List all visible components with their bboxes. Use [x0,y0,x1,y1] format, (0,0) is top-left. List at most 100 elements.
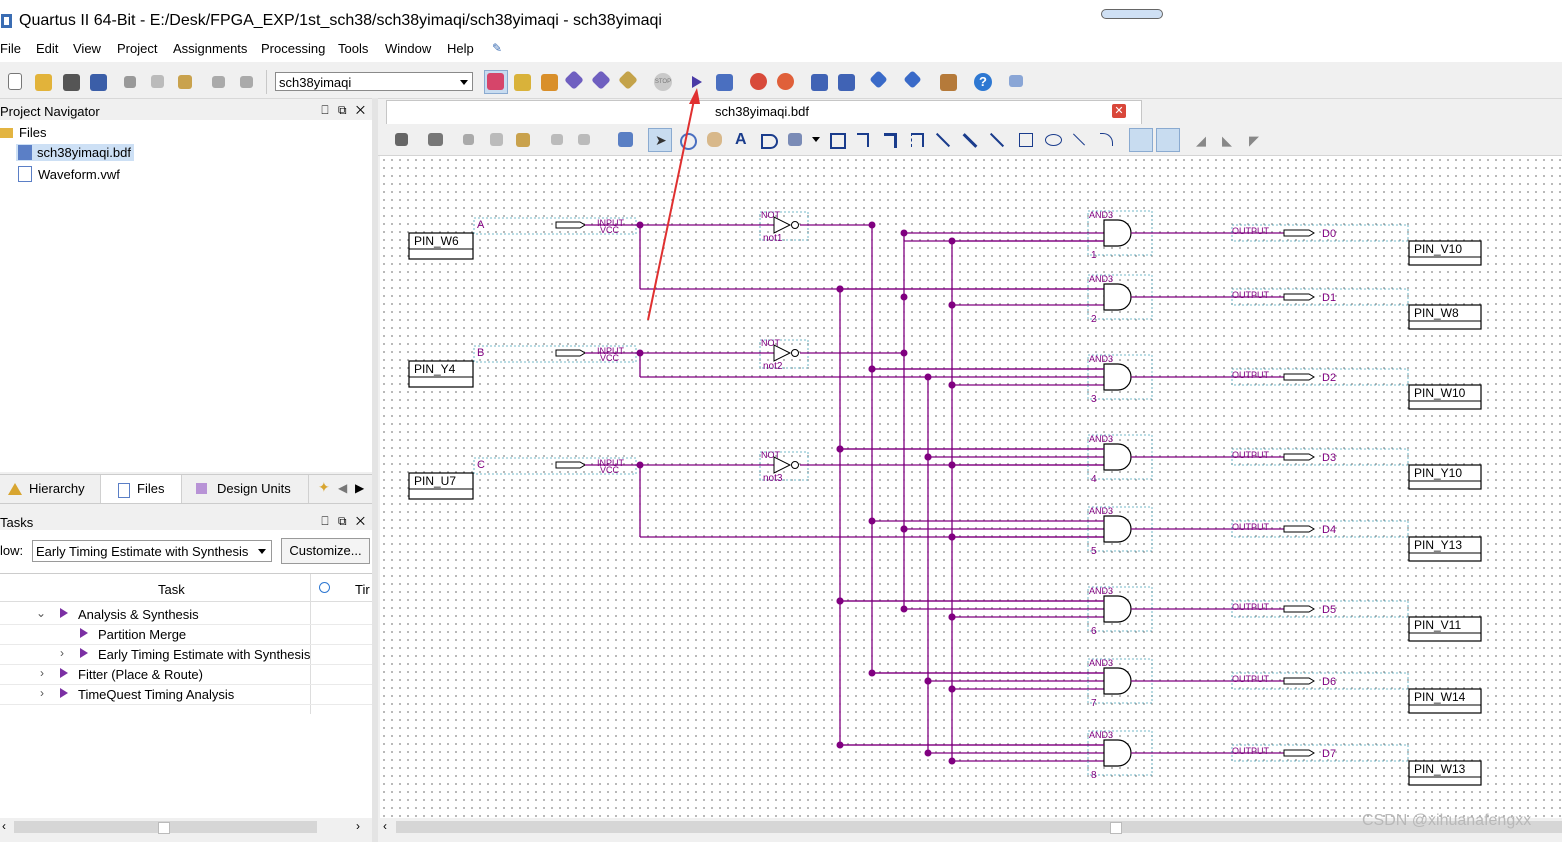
editor-undo-icon[interactable] [551,134,563,145]
scroll-left-icon[interactable]: ‹ [383,819,387,833]
pane-splitter[interactable] [372,98,378,842]
block-tool-icon[interactable] [830,133,846,149]
print-icon[interactable] [428,133,443,146]
scroll-left-icon[interactable]: ‹ [2,819,6,833]
cut-icon[interactable] [124,76,136,88]
chevron-right-icon[interactable]: › [40,666,44,680]
close-icon[interactable]: ✕ [1112,104,1126,118]
new-file-icon[interactable] [8,73,22,90]
time-column-header[interactable]: Tir [355,582,370,597]
timequest-icon[interactable] [750,73,767,90]
orthogonal-node-icon[interactable] [857,133,869,147]
run-task-icon[interactable] [60,608,68,618]
balloon-help-icon[interactable] [1009,75,1023,87]
menu-window[interactable]: Window [385,41,431,56]
symbol-tool-icon[interactable] [761,134,778,149]
window-control-pill[interactable] [1101,9,1163,19]
task-row[interactable]: › Fitter (Place & Route) [0,664,372,685]
start-compilation-icon[interactable] [692,76,702,88]
pin-tool-icon[interactable] [788,133,802,146]
top-level-entity-select[interactable]: sch38yimaqi [275,72,473,91]
assignment-editor-icon[interactable] [514,74,531,91]
technology-map-icon[interactable] [838,74,855,91]
task-row[interactable]: › Early Timing Estimate with Synthesis [0,644,372,665]
menu-project[interactable]: Project [117,41,157,56]
output-type-label: OUTPUT [1232,602,1270,612]
scroll-right-icon[interactable]: › [356,819,360,833]
rtl-viewer-icon[interactable] [811,74,828,91]
rectangle-tool-icon[interactable] [1019,133,1033,147]
menu-tools[interactable]: Tools [338,41,368,56]
chevron-right-icon[interactable]: › [40,686,44,700]
files-root[interactable]: Files [0,125,46,140]
stopwatch-icon[interactable] [777,73,794,90]
flip-horizontal-icon[interactable]: ◢ [1196,133,1206,149]
menu-edit[interactable]: Edit [36,41,58,56]
ip-components-icon[interactable]: ✦ [318,479,330,496]
input-pin-symbol [555,221,586,229]
tab-design-units[interactable]: Design Units [182,475,309,503]
stop-icon[interactable]: STOP [654,73,672,91]
help-balloon-icon[interactable]: ✎ [492,41,502,55]
file-item-vwf[interactable]: Waveform.vwf [18,166,120,182]
menu-help[interactable]: Help [447,41,474,56]
run-task-icon[interactable] [60,688,68,698]
tab-hierarchy[interactable]: Hierarchy [0,475,101,503]
tab-scroll-right-icon[interactable]: ▶ [355,481,364,495]
chevron-right-icon[interactable]: › [60,646,64,660]
paste-icon[interactable] [178,75,192,89]
signaltap-icon[interactable] [940,74,957,91]
customize-button[interactable]: Customize... [281,538,370,564]
chevron-down-icon[interactable] [812,137,820,142]
flow-select[interactable]: Early Timing Estimate with Synthesis [32,540,272,562]
editor-save-icon[interactable] [395,133,408,146]
tasks-horizontal-scrollbar[interactable]: ‹ › [0,818,372,836]
tab-files[interactable]: Files [101,475,182,503]
orthogonal-conduit-icon[interactable] [911,133,924,147]
text-tool-icon[interactable]: A [735,131,747,149]
task-column-header[interactable]: Task [158,582,185,597]
tab-scroll-left-icon[interactable]: ◀ [338,481,347,495]
oval-tool-icon[interactable] [1045,134,1062,146]
rotate-icon[interactable]: ◤ [1249,133,1259,149]
menu-view[interactable]: View [73,41,101,56]
menu-file[interactable]: File [0,41,21,56]
vwf-file-icon [18,166,32,182]
partial-line-select-button[interactable] [1156,128,1180,152]
tasks-pane-controls[interactable]: ⎕ ⧉ ✕ [321,514,368,529]
editor-redo-icon[interactable] [578,134,590,145]
hierarchy-up-icon[interactable] [618,132,633,147]
open-folder-icon[interactable] [35,74,52,91]
flip-vertical-icon[interactable]: ◣ [1222,133,1232,149]
run-task-icon[interactable] [60,668,68,678]
menu-assignments[interactable]: Assignments [173,41,247,56]
redo-icon[interactable] [240,76,253,88]
undo-icon[interactable] [212,76,225,88]
menu-processing[interactable]: Processing [261,41,325,56]
task-row[interactable]: ⌄ Analysis & Synthesis [0,604,372,625]
not-gate-bubble [791,461,799,469]
scrollbar-thumb[interactable] [1110,822,1122,834]
scrollbar-thumb[interactable] [158,822,170,834]
copy-icon[interactable] [151,75,164,88]
schematic-canvas[interactable]: A INPUT VCC PIN_W6 NOT not1 B INPUT VCC PIN_Y4 NOT… [380,156,1562,818]
save-all-icon[interactable] [90,74,107,91]
file-item-bdf[interactable]: sch38yimaqi.bdf [16,144,134,161]
editor-copy-icon[interactable] [490,133,503,146]
run-task-icon[interactable] [80,648,88,658]
pin-planner-icon[interactable] [541,74,558,91]
chevron-down-icon[interactable]: ⌄ [36,606,46,620]
orthogonal-bus-icon[interactable] [884,133,897,148]
run-task-icon[interactable] [80,628,88,638]
zoom-icon[interactable] [680,133,697,150]
timing-analyzer-icon[interactable] [716,74,733,91]
rubberbanding-button[interactable] [1129,128,1153,152]
help-icon[interactable]: ? [974,73,992,91]
hand-tool-icon[interactable] [707,132,722,147]
pane-controls[interactable]: ⎕ ⧉ ✕ [321,103,368,118]
editor-paste-icon[interactable] [516,133,530,147]
editor-cut-icon[interactable] [463,134,474,145]
task-row[interactable]: › TimeQuest Timing Analysis [0,684,372,705]
save-icon[interactable] [63,74,80,91]
task-row[interactable]: Partition Merge [0,624,372,645]
